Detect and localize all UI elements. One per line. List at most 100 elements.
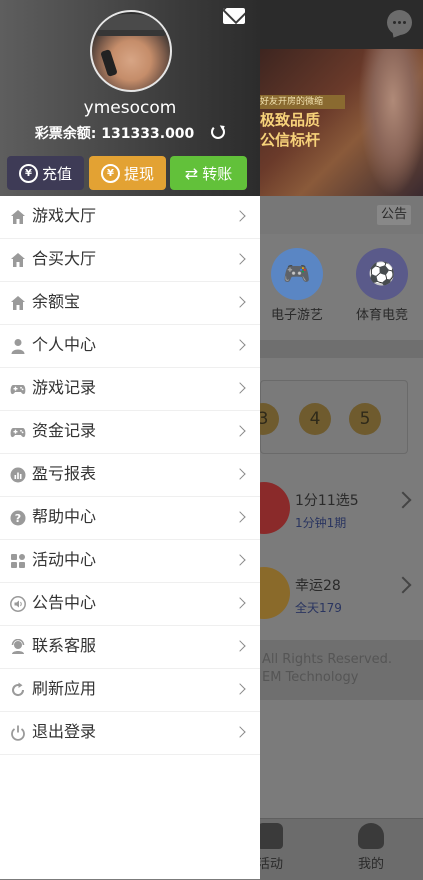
menu-item-activity-center[interactable]: 活动中心 <box>0 540 260 583</box>
chevron-right-icon <box>234 597 246 609</box>
game-categories: 🎮 电子游艺 ⚽ 体育电竞 <box>260 234 423 340</box>
menu-item-profit-report[interactable]: 盈亏报表 <box>0 454 260 497</box>
chevron-right-icon <box>234 253 246 265</box>
balance-value: 131333.000 <box>101 126 195 142</box>
drawer-menu: 游戏大厅 合买大厅 余额宝 个人中心 游戏记录 资金记录 盈亏报表 ? 帮助中心… <box>0 196 260 755</box>
grid-icon <box>11 554 25 568</box>
refresh-icon[interactable] <box>211 125 226 139</box>
lottery-period: 全天179 <box>295 601 342 615</box>
refresh-icon <box>12 682 25 697</box>
menu-item-game-records[interactable]: 游戏记录 <box>0 368 260 411</box>
gift-icon <box>257 823 283 849</box>
gamepad-icon <box>10 385 26 395</box>
side-drawer: ymesocom 彩票余额: 131333.000 ¥ 充值 ¥ 提现 ⇄ 转账… <box>0 0 260 879</box>
support-icon <box>11 639 25 654</box>
menu-item-contact-support[interactable]: 联系客服 <box>0 626 260 669</box>
lottery-result-card: 3 4 5 <box>247 380 408 454</box>
speaker-icon <box>10 596 26 612</box>
chevron-right-icon <box>234 382 246 394</box>
menu-item-personal-center[interactable]: 个人中心 <box>0 325 260 368</box>
menu-item-label: 游戏大厅 <box>32 206 97 225</box>
footer-rights: All Rights Reserved. <box>262 652 393 667</box>
menu-item-game-lobby[interactable]: 游戏大厅 <box>0 196 260 239</box>
game-sports[interactable]: ⚽ 体育电竞 <box>347 248 417 323</box>
promo-banner[interactable]: 好友开房的微缩 极致品质 公信标杆 <box>260 49 423 196</box>
withdraw-label: 提现 <box>123 164 154 183</box>
menu-item-label: 活动中心 <box>32 550 97 569</box>
notice-bar: 公告 <box>260 196 423 234</box>
menu-item-label: 个人中心 <box>32 335 97 354</box>
chevron-right-icon <box>234 210 246 222</box>
banner-line1: 好友开房的微缩 <box>260 95 345 109</box>
withdraw-button[interactable]: ¥ 提现 <box>89 156 166 190</box>
chevron-right-icon <box>234 511 246 523</box>
menu-item-label: 公告中心 <box>32 593 97 612</box>
svg-text:?: ? <box>15 512 21 525</box>
transfer-icon: ⇄ <box>184 163 199 183</box>
tab-label: 我的 <box>357 857 384 872</box>
avatar-cap-brim <box>96 30 166 36</box>
action-buttons: ¥ 充值 ¥ 提现 ⇄ 转账 <box>7 156 253 190</box>
transfer-label: 转账 <box>202 164 233 183</box>
lottery-ball: 4 <box>299 403 331 435</box>
menu-item-label: 余额宝 <box>32 292 81 311</box>
chevron-right-icon <box>234 425 246 437</box>
gamepad-icon <box>10 428 26 438</box>
power-icon <box>11 725 25 741</box>
menu-item-label: 联系客服 <box>32 636 97 655</box>
banner-line3: 公信标杆 <box>260 131 321 149</box>
chat-icon[interactable] <box>387 10 412 35</box>
yen-icon: ¥ <box>100 163 120 183</box>
lottery-row[interactable]: 幸运28 全天179 <box>238 555 423 635</box>
lottery-name: 幸运28 <box>295 578 341 594</box>
avatar-phone <box>100 49 118 77</box>
gamepad-icon: 🎮 <box>271 248 323 300</box>
soccer-ball-icon: ⚽ <box>356 248 408 300</box>
menu-item-group-buy[interactable]: 合买大厅 <box>0 239 260 282</box>
menu-item-label: 退出登录 <box>32 722 97 741</box>
menu-item-help-center[interactable]: ? 帮助中心 <box>0 497 260 540</box>
chevron-right-icon <box>234 640 246 652</box>
balance: 彩票余额: 131333.000 <box>0 123 260 143</box>
menu-item-fund-records[interactable]: 资金记录 <box>0 411 260 454</box>
tab-bar: 活动 我的 <box>257 818 423 880</box>
yen-icon: ¥ <box>18 163 38 183</box>
lottery-row[interactable]: 1分11选5 1分钟1期 <box>238 470 423 550</box>
menu-item-label: 盈亏报表 <box>32 464 97 483</box>
menu-item-refresh-app[interactable]: 刷新应用 <box>0 669 260 712</box>
menu-item-label: 帮助中心 <box>32 507 97 526</box>
home-icon <box>11 210 25 224</box>
footer: All Rights Reserved. EM Technology <box>260 640 423 700</box>
menu-item-label: 刷新应用 <box>32 679 97 698</box>
avatar[interactable] <box>90 10 172 92</box>
notice-label[interactable]: 公告 <box>376 205 411 225</box>
game-electronic[interactable]: 🎮 电子游艺 <box>262 248 332 323</box>
lottery-ball: 5 <box>349 403 381 435</box>
balance-label: 彩票余额: <box>34 126 97 142</box>
home-icon <box>11 296 25 310</box>
profile-header: ymesocom 彩票余额: 131333.000 ¥ 充值 ¥ 提现 ⇄ 转账 <box>0 0 260 196</box>
menu-item-balance-treasure[interactable]: 余额宝 <box>0 282 260 325</box>
chevron-right-icon <box>234 296 246 308</box>
game-label: 电子游艺 <box>270 308 323 323</box>
menu-item-label: 资金记录 <box>32 421 97 440</box>
lottery-period: 1分钟1期 <box>295 516 347 530</box>
transfer-button[interactable]: ⇄ 转账 <box>170 156 247 190</box>
recharge-button[interactable]: ¥ 充值 <box>7 156 84 190</box>
mail-icon[interactable] <box>223 8 245 24</box>
lottery-name: 1分11选5 <box>295 493 359 509</box>
menu-item-announcement-center[interactable]: 公告中心 <box>0 583 260 626</box>
chevron-right-icon <box>234 683 246 695</box>
chevron-right-icon <box>234 468 246 480</box>
chevron-right-icon <box>394 491 412 509</box>
menu-item-logout[interactable]: 退出登录 <box>0 712 260 755</box>
username: ymesocom <box>83 98 177 118</box>
chevron-right-icon <box>234 339 246 351</box>
tab-mine[interactable]: 我的 <box>336 823 406 872</box>
user-icon <box>11 339 25 354</box>
banner-line2: 极致品质 <box>260 111 321 129</box>
chevron-right-icon <box>234 726 246 738</box>
menu-item-label: 合买大厅 <box>32 249 97 268</box>
chevron-right-icon <box>394 576 412 594</box>
game-label: 体育电竞 <box>355 308 408 323</box>
